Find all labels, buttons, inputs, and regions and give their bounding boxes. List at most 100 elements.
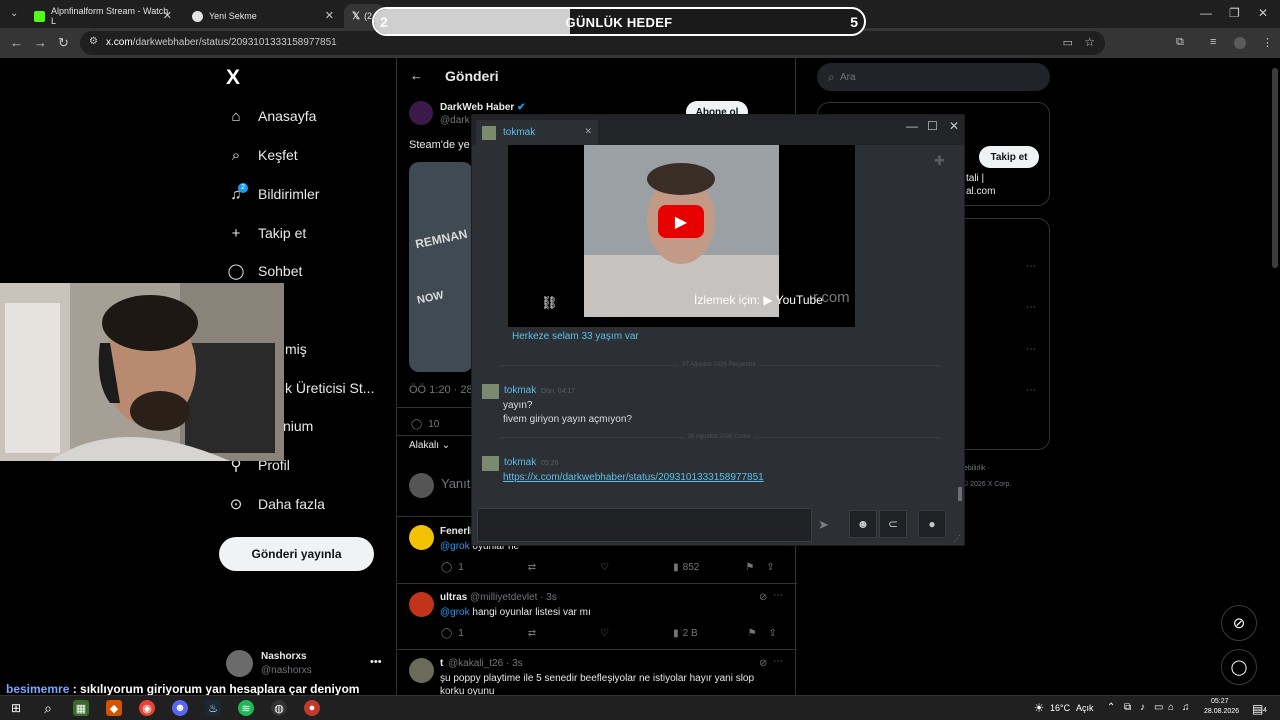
chrome-icon[interactable]: ◉ — [139, 700, 155, 716]
watch-on-youtube[interactable]: İzlemek için: ▶ YouTube — [694, 293, 823, 307]
add-person-icon[interactable]: ✚ — [934, 153, 945, 169]
message-author[interactable]: tokmak — [504, 385, 536, 396]
reply-avatar[interactable] — [409, 658, 434, 683]
author-avatar[interactable] — [409, 101, 433, 125]
sidebar-item-home[interactable]: ⌂ Anasayfa — [226, 104, 316, 128]
trend-more-icon[interactable]: ⋯ — [1026, 344, 1036, 355]
restore-icon[interactable]: ❐ — [1229, 6, 1240, 20]
bookmark-icon[interactable]: ⚑ — [745, 562, 754, 573]
minimize-icon[interactable]: — — [1200, 6, 1212, 20]
repost-icon[interactable]: ⇄ — [528, 562, 536, 573]
trend-more-icon[interactable]: ⋯ — [1026, 385, 1036, 396]
youtube-embed[interactable]: ▶ ⛓ İzlemek için: ▶ YouTube r.com — [508, 145, 855, 327]
relevance-dropdown[interactable]: Alakalı ⌄ — [409, 440, 450, 451]
minecraft-icon[interactable]: ▦ — [73, 700, 89, 716]
copy-link-icon[interactable]: ⛓ — [541, 295, 558, 311]
minimize-icon[interactable]: — — [906, 119, 918, 133]
sidebar-item-explore[interactable]: ⌕ Keşfet — [226, 143, 298, 167]
x-logo[interactable]: X — [226, 66, 240, 90]
reply-author[interactable]: t — [440, 658, 443, 669]
extensions-icon[interactable]: ⧉ — [1176, 36, 1184, 49]
attach-icon[interactable]: ⊂ — [879, 510, 907, 538]
grok-icon[interactable]: ⊘ — [759, 658, 767, 669]
notification-center-icon[interactable]: ▤ — [1252, 702, 1263, 716]
trend-more-icon[interactable]: ⋯ — [1026, 261, 1036, 272]
repost-icon[interactable]: ⇄ — [528, 628, 536, 639]
account-avatar[interactable] — [226, 650, 253, 677]
bookmark-icon[interactable]: ⚑ — [748, 628, 757, 639]
chat-message-input[interactable] — [477, 508, 812, 542]
spotify-icon[interactable]: ≋ — [238, 700, 254, 716]
post-media-image[interactable]: REMNAN NOW — [409, 162, 473, 372]
post-author-name[interactable]: DarkWeb Haber ✔ — [440, 102, 525, 113]
account-name[interactable]: Nashorxs — [261, 651, 307, 662]
back-icon[interactable]: ← — [10, 35, 23, 50]
sidebar-item-more[interactable]: ⊙ Daha fazla — [226, 492, 325, 516]
like-icon[interactable]: ♡ — [600, 562, 609, 573]
sidebar-item-premium[interactable]: nium — [283, 414, 313, 438]
grok-fab-icon[interactable]: ⊘ — [1221, 605, 1257, 641]
share-icon[interactable]: ⇪ — [769, 628, 777, 639]
back-arrow-icon[interactable]: ← — [410, 68, 423, 83]
bookmark-star-icon[interactable]: ☆ — [1084, 35, 1095, 49]
post-button[interactable]: Gönderi yayınla — [219, 537, 374, 571]
resize-grip-icon[interactable]: ⋰ — [953, 534, 961, 543]
tab-search-icon[interactable]: ⌄ — [10, 8, 18, 19]
media-icon[interactable]: ≡ — [1210, 36, 1216, 48]
chat-tab[interactable]: tokmak ✕ — [476, 120, 598, 145]
sidebar-item-follow[interactable]: + Takip et — [226, 221, 307, 245]
close-window-icon[interactable]: ✕ — [949, 119, 959, 133]
sidebar-item-chat[interactable]: ◯ Sohbet — [226, 259, 303, 283]
tray-chevron-icon[interactable]: ⌃ — [1107, 702, 1115, 713]
reply-count[interactable]: ◯ 10 — [411, 419, 439, 430]
profile-avatar-icon[interactable] — [1234, 37, 1246, 49]
app-icon[interactable]: ◆ — [106, 700, 122, 716]
tray-icon[interactable]: ⧉ — [1124, 702, 1131, 713]
clock-date[interactable]: 28.08.2026 — [1204, 708, 1239, 715]
discord-icon[interactable]: ☻ — [172, 700, 188, 716]
forward-icon[interactable]: → — [34, 35, 47, 50]
maximize-icon[interactable]: ☐ — [927, 119, 938, 133]
search-icon[interactable]: ⌕ — [40, 700, 56, 716]
reload-icon[interactable]: ↻ — [58, 35, 69, 51]
page-scrollbar[interactable] — [1272, 68, 1278, 268]
reply-avatar[interactable] — [409, 525, 434, 550]
tab-kick-stream[interactable]: Alpnfinalform Stream - Watch L ✕ — [26, 4, 180, 28]
more-icon[interactable]: ⋯ — [773, 590, 783, 601]
weather-temp[interactable]: 16°C — [1050, 703, 1070, 713]
close-window-icon[interactable]: ✕ — [1258, 6, 1268, 20]
app-icon[interactable]: ● — [304, 700, 320, 716]
reply-author[interactable]: ultras — [440, 592, 467, 603]
account-menu-icon[interactable]: ••• — [370, 656, 382, 668]
message-author[interactable]: tokmak — [504, 457, 536, 468]
mention[interactable]: @grok — [440, 541, 470, 552]
views-icon[interactable]: ▮ — [673, 628, 679, 639]
emoji-icon[interactable]: ☻ — [849, 510, 877, 538]
send-icon[interactable]: ➤ — [818, 517, 829, 533]
close-icon[interactable]: ✕ — [584, 126, 592, 137]
close-icon[interactable]: ✕ — [325, 9, 334, 22]
weather-icon[interactable]: ☀ — [1031, 700, 1047, 716]
obs-icon[interactable]: ◍ — [271, 700, 287, 716]
message-avatar[interactable] — [482, 384, 499, 399]
volume-icon[interactable]: ♫ — [1182, 702, 1190, 713]
sidebar-item-creator-studio[interactable]: k Üreticisi St... — [285, 376, 374, 400]
network-icon[interactable]: ⌂ — [1168, 702, 1174, 713]
footer-link[interactable]: ebilirlik · — [964, 465, 990, 472]
like-icon[interactable]: ♡ — [600, 628, 609, 639]
tray-icon[interactable]: ▭ — [1154, 702, 1163, 713]
sidebar-item-notifications[interactable]: ♫ 2 Bildirimler — [226, 182, 319, 206]
reply-author[interactable]: Fenerli — [440, 526, 473, 537]
reply-input[interactable]: Yanıt — [441, 476, 470, 491]
grok-icon[interactable]: ⊘ — [759, 592, 767, 603]
reply-icon[interactable]: ◯ — [441, 562, 452, 573]
cast-icon[interactable]: ▭ — [1063, 36, 1073, 49]
tab-new-tab[interactable]: Yeni Sekme ✕ — [184, 4, 342, 28]
voice-icon[interactable]: ● — [918, 510, 946, 538]
message-fab-icon[interactable]: ◯ — [1221, 649, 1257, 685]
message-avatar[interactable] — [482, 456, 499, 471]
windows-start-icon[interactable]: ⊞ — [8, 700, 24, 716]
trend-more-icon[interactable]: ⋯ — [1026, 302, 1036, 313]
search-input[interactable]: ⌕ Ara — [817, 63, 1050, 91]
close-icon[interactable]: ✕ — [163, 9, 172, 22]
